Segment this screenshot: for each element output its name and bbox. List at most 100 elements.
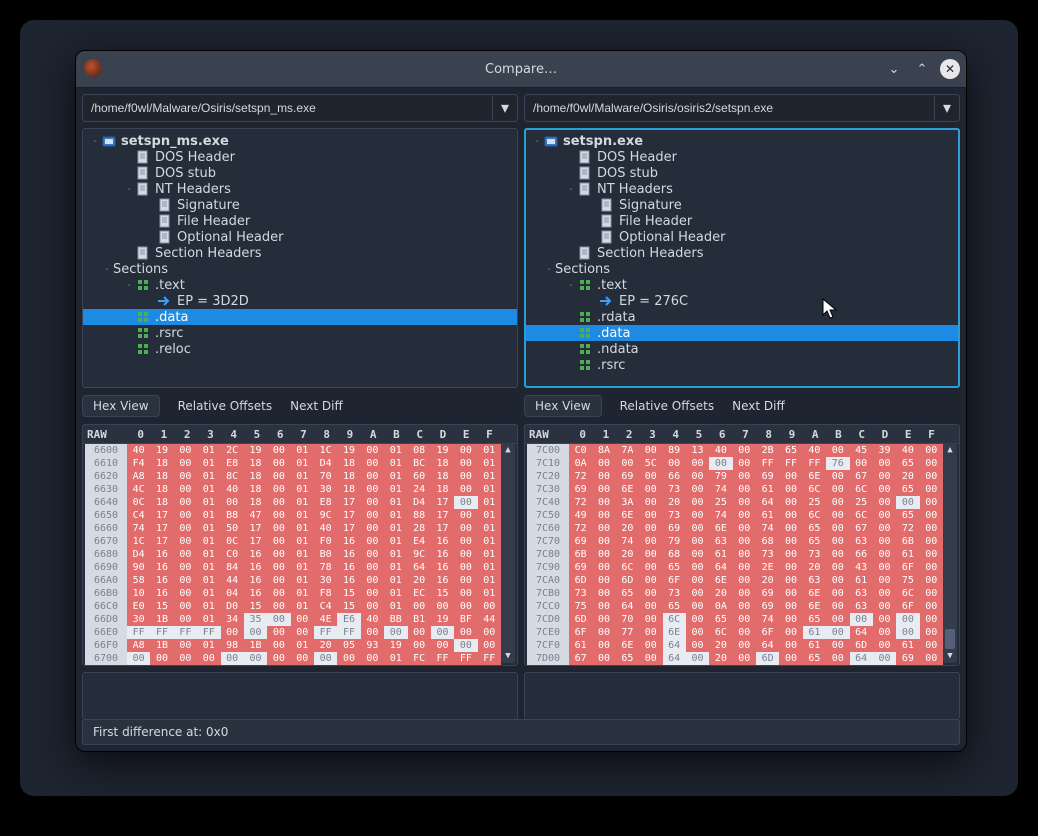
- hex-byte[interactable]: 00: [639, 535, 662, 548]
- hex-byte[interactable]: 00: [267, 444, 290, 457]
- hex-byte[interactable]: 00: [733, 561, 756, 574]
- tree-item[interactable]: .rsrc: [525, 357, 959, 373]
- hex-byte[interactable]: 00: [779, 483, 802, 496]
- hex-byte[interactable]: 00: [174, 483, 197, 496]
- hex-byte[interactable]: 66: [850, 548, 873, 561]
- hex-byte[interactable]: 01: [291, 444, 314, 457]
- hex-byte[interactable]: 63: [803, 574, 826, 587]
- hex-byte[interactable]: BF: [454, 613, 477, 626]
- hex-byte[interactable]: 17: [431, 509, 454, 522]
- minimize-button[interactable]: ⌄: [884, 59, 904, 79]
- tree-item[interactable]: -.text: [525, 277, 959, 293]
- hex-byte[interactable]: FF: [478, 652, 501, 665]
- hex-byte[interactable]: 00: [244, 626, 267, 639]
- tree-item[interactable]: EP = 276C: [525, 293, 959, 309]
- hex-byte[interactable]: 6D: [569, 613, 592, 626]
- hex-byte[interactable]: 00: [361, 444, 384, 457]
- hex-byte[interactable]: 5C: [639, 457, 662, 470]
- hex-byte[interactable]: 00: [174, 548, 197, 561]
- hex-byte[interactable]: 00: [779, 652, 802, 665]
- hex-byte[interactable]: 1B: [244, 639, 267, 652]
- hex-byte[interactable]: 00: [920, 483, 943, 496]
- hex-byte[interactable]: 00: [454, 639, 477, 652]
- hex-byte[interactable]: 00: [221, 496, 244, 509]
- hex-byte[interactable]: 00: [873, 470, 896, 483]
- hex-byte[interactable]: 00: [686, 470, 709, 483]
- hex-byte[interactable]: 00: [408, 600, 431, 613]
- hex-byte[interactable]: 01: [291, 548, 314, 561]
- hex-byte[interactable]: FF: [454, 652, 477, 665]
- hex-byte[interactable]: 65: [896, 483, 919, 496]
- hex-byte[interactable]: 00: [896, 496, 919, 509]
- hex-byte[interactable]: 34: [221, 613, 244, 626]
- left-tree[interactable]: -setspn_ms.exeDOS HeaderDOS stub-NT Head…: [82, 128, 518, 388]
- hex-row[interactable]: 7C100A00005C00000000FFFFFF7600006500: [525, 457, 959, 470]
- hex-byte[interactable]: 20: [803, 561, 826, 574]
- hex-byte[interactable]: 19: [337, 444, 360, 457]
- hex-byte[interactable]: 00: [361, 457, 384, 470]
- hex-byte[interactable]: 40: [221, 483, 244, 496]
- hex-byte[interactable]: 6C: [663, 613, 686, 626]
- hex-byte[interactable]: F4: [127, 457, 150, 470]
- hex-byte[interactable]: 61: [756, 509, 779, 522]
- hex-byte[interactable]: 16: [150, 561, 173, 574]
- hex-byte[interactable]: 44: [221, 574, 244, 587]
- hex-byte[interactable]: 8C: [221, 470, 244, 483]
- hex-row[interactable]: 7C5049006E007300740061006C006C006500: [525, 509, 959, 522]
- hex-byte[interactable]: 01: [291, 561, 314, 574]
- hex-byte[interactable]: 01: [478, 496, 501, 509]
- hex-byte[interactable]: 65: [803, 652, 826, 665]
- hex-byte[interactable]: 61: [569, 639, 592, 652]
- hex-byte[interactable]: 00: [639, 613, 662, 626]
- tree-item[interactable]: DOS Header: [83, 149, 517, 165]
- hex-byte[interactable]: 00: [267, 613, 290, 626]
- hex-byte[interactable]: 00: [826, 587, 849, 600]
- hex-byte[interactable]: FF: [127, 626, 150, 639]
- hex-byte[interactable]: FF: [803, 457, 826, 470]
- right-tree[interactable]: -setspn.exeDOS HeaderDOS stub-NT Headers…: [524, 128, 960, 388]
- hex-byte[interactable]: E4: [408, 535, 431, 548]
- hex-byte[interactable]: 63: [850, 587, 873, 600]
- hex-byte[interactable]: 00: [873, 587, 896, 600]
- hex-byte[interactable]: 16: [244, 561, 267, 574]
- hex-byte[interactable]: 15: [431, 587, 454, 600]
- hex-byte[interactable]: 50: [221, 522, 244, 535]
- hex-byte[interactable]: 00: [733, 522, 756, 535]
- hex-byte[interactable]: 17: [337, 496, 360, 509]
- hex-byte[interactable]: 00: [686, 535, 709, 548]
- hex-byte[interactable]: 79: [663, 535, 686, 548]
- hex-byte[interactable]: 18: [244, 470, 267, 483]
- hex-byte[interactable]: 73: [663, 509, 686, 522]
- hex-byte[interactable]: 00: [826, 561, 849, 574]
- hex-byte[interactable]: 00: [592, 457, 615, 470]
- hex-byte[interactable]: 00: [920, 470, 943, 483]
- tree-item[interactable]: .data: [83, 309, 517, 325]
- hex-byte[interactable]: 6E: [709, 574, 732, 587]
- hex-byte[interactable]: 01: [384, 444, 407, 457]
- hex-byte[interactable]: 00: [733, 587, 756, 600]
- hex-byte[interactable]: 00: [873, 496, 896, 509]
- tree-root[interactable]: -setspn.exe: [525, 133, 959, 149]
- hex-byte[interactable]: 2C: [221, 444, 244, 457]
- hex-byte[interactable]: 64: [756, 496, 779, 509]
- hex-byte[interactable]: 74: [756, 522, 779, 535]
- hex-byte[interactable]: 01: [291, 574, 314, 587]
- hex-byte[interactable]: 00: [779, 574, 802, 587]
- hex-byte[interactable]: 01: [197, 587, 220, 600]
- hex-row[interactable]: 669090160001841600017816000164160001: [83, 561, 517, 574]
- hex-byte[interactable]: 25: [803, 496, 826, 509]
- hex-byte[interactable]: 16: [337, 548, 360, 561]
- hex-row[interactable]: 66701C1700010C170001F0160001E4160001: [83, 535, 517, 548]
- hex-byte[interactable]: 00: [267, 561, 290, 574]
- hex-byte[interactable]: 17: [150, 509, 173, 522]
- tab-next-diff[interactable]: Next Diff: [732, 399, 785, 413]
- hex-byte[interactable]: 00: [592, 548, 615, 561]
- hex-byte[interactable]: EC: [408, 587, 431, 600]
- hex-byte[interactable]: 6E: [616, 639, 639, 652]
- hex-byte[interactable]: 1C: [127, 535, 150, 548]
- tree-item[interactable]: -.text: [83, 277, 517, 293]
- hex-byte[interactable]: 69: [756, 600, 779, 613]
- hex-byte[interactable]: 00: [826, 574, 849, 587]
- hex-byte[interactable]: 00: [361, 626, 384, 639]
- hex-row[interactable]: 7C806B002000680061007300730066006100: [525, 548, 959, 561]
